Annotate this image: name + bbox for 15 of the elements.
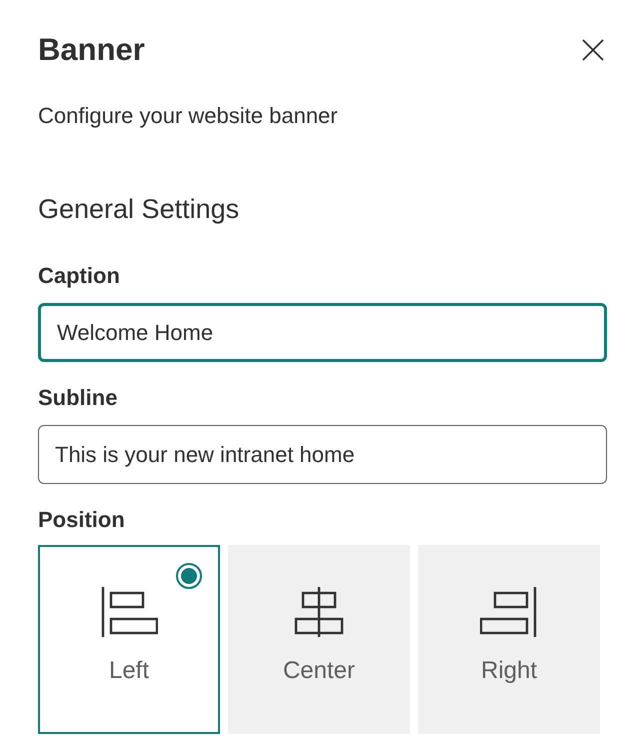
description: Configure your website banner bbox=[38, 102, 339, 130]
field-label: Subline bbox=[38, 384, 118, 412]
align-left-icon bbox=[100, 585, 158, 639]
panel-title: Banner bbox=[38, 31, 145, 69]
section-heading: General Settings bbox=[38, 193, 240, 226]
radio-button[interactable] bbox=[176, 563, 202, 589]
position-option[interactable]: Right bbox=[418, 545, 600, 734]
position-option[interactable]: Center bbox=[228, 545, 410, 734]
text-field[interactable]: Welcome Home bbox=[38, 303, 607, 362]
field-label: Position bbox=[38, 506, 126, 534]
field-label: Caption bbox=[38, 262, 121, 290]
close-icon[interactable] bbox=[581, 38, 605, 62]
position-option[interactable]: Left bbox=[38, 545, 220, 734]
align-right-icon bbox=[480, 585, 538, 639]
text-field[interactable]: This is your new intranet home bbox=[38, 425, 607, 484]
